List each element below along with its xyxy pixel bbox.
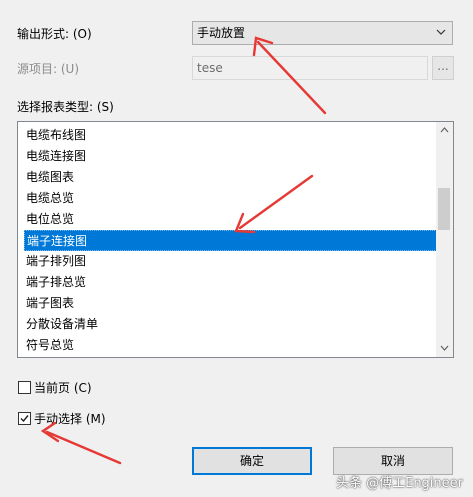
list-item-label: 电缆图表: [26, 170, 75, 184]
report-type-label: 选择报表类型: (S): [17, 100, 114, 114]
chevron-down-icon: [440, 345, 449, 351]
list-item-label: 端子排列图: [26, 254, 87, 268]
ok-button[interactable]: 确定: [192, 447, 312, 475]
list-item[interactable]: 端子排总览: [24, 272, 437, 293]
current-page-label: 当前页 (C): [34, 381, 92, 395]
source-item-browse-button: ...: [432, 56, 454, 80]
output-format-value: 手动放置: [197, 26, 246, 40]
source-item-label: 源项目: (U): [17, 62, 80, 76]
list-item-label: 端子图表: [26, 296, 75, 310]
list-item-label: 端子排总览: [26, 275, 87, 289]
scrollbar-thumb[interactable]: [438, 188, 450, 230]
manual-select-label: 手动选择 (M): [34, 412, 106, 426]
list-item-label: 端子连接图: [27, 234, 88, 248]
output-format-label: 输出形式: (O): [17, 27, 92, 41]
list-item[interactable]: 分散设备清单: [24, 314, 437, 335]
list-item[interactable]: 符号总览: [24, 335, 437, 356]
vertical-scrollbar[interactable]: [436, 122, 453, 357]
list-item[interactable]: 电缆连接图: [24, 146, 437, 167]
list-item-label: 电缆布线图: [26, 128, 87, 142]
list-item[interactable]: 端子排列图: [24, 251, 437, 272]
list-item[interactable]: 电位总览: [24, 209, 437, 230]
list-item-selected[interactable]: 端子连接图: [24, 230, 437, 251]
list-item-label: 符号总览: [26, 338, 75, 352]
list-item[interactable]: 端子图表: [24, 293, 437, 314]
list-item-label: 分散设备清单: [26, 317, 99, 331]
scroll-up-button[interactable]: [436, 122, 453, 139]
manual-select-checkbox[interactable]: [18, 412, 31, 425]
output-format-dropdown[interactable]: 手动放置: [192, 21, 453, 45]
source-item-value: tese: [197, 61, 223, 75]
checkmark-icon: [20, 415, 29, 423]
watermark: 头条 @傅工Engineer: [335, 476, 463, 491]
list-item-label: 电缆连接图: [26, 149, 87, 163]
report-type-listbox[interactable]: 电缆布线图电缆连接图电缆图表电缆总览电位总览端子连接图端子排列图端子排总览端子图…: [17, 121, 454, 358]
list-item[interactable]: 电缆图表: [24, 167, 437, 188]
list-item[interactable]: 电缆总览: [24, 188, 437, 209]
source-item-field: tese: [192, 56, 428, 80]
current-page-checkbox[interactable]: [18, 381, 31, 394]
list-item-label: 电缆总览: [26, 191, 75, 205]
list-item[interactable]: 电缆布线图: [24, 125, 437, 146]
chevron-up-icon: [440, 127, 449, 133]
chevron-down-icon: [436, 29, 446, 35]
cancel-button[interactable]: 取消: [333, 447, 453, 475]
annotation-arrow: [45, 430, 122, 465]
list-item-label: 电位总览: [26, 212, 75, 226]
scroll-down-button[interactable]: [436, 340, 453, 357]
